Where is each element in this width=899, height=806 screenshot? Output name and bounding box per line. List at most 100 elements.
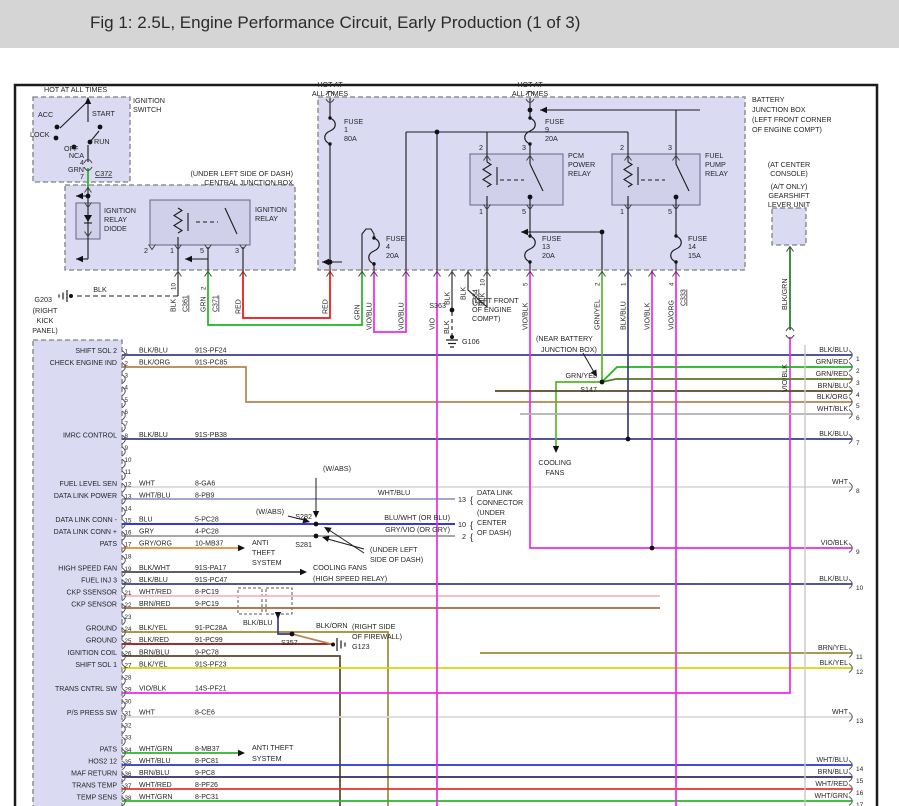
anti-theft-1a: ANTI (252, 538, 268, 547)
g203-loc-3: PANEL) (32, 326, 57, 335)
right-pin-number: 16 (856, 790, 864, 797)
fuse-1-bottom-dot (328, 142, 332, 146)
exit-wire-label: BLK (461, 286, 468, 300)
dlc-pin10: 10 (458, 520, 466, 529)
splice-s147: S147 (580, 385, 597, 394)
right-pin-wire-color: BRN/BLU (818, 769, 848, 776)
right-pin-wire-color: WHT/BLU (817, 757, 849, 764)
left-pin-wire-color: WHT/RED (139, 589, 172, 596)
exit-wire-label: GRN (355, 304, 362, 320)
left-pin-number: 11 (125, 469, 132, 476)
left-pin-wire-color: GRY/ORG (139, 541, 172, 548)
right-pin-wire-color: GRN/RED (816, 359, 848, 366)
left-pin-wire-color: BLU (139, 516, 153, 523)
sw-start: START (92, 109, 116, 118)
left-pin-label: SHIFT SOL 1 (75, 662, 117, 669)
bjb-b: JUNCTION BOX (752, 105, 806, 114)
splice-s282-dot (313, 521, 319, 527)
dlc-brace-1: { (470, 495, 473, 505)
exit-wire-number: 10 (171, 283, 178, 290)
anti-theft-2a: ANTI THEFT (252, 743, 294, 752)
gear-wire-blkgrn: BLK/GRN (780, 278, 789, 310)
cjb-pin1: 1 (170, 246, 174, 255)
left-pin-wire-color: WHT/GRN (139, 794, 172, 801)
left-pin-number: 22 (125, 602, 132, 609)
right-pin-wire-color: WHT (832, 709, 849, 716)
sw-dot-run (87, 139, 93, 145)
left-pin-label: IGNITION COIL (68, 650, 118, 657)
left-pin-circuit: 8-MB37 (195, 746, 220, 753)
near-bjb-b: JUNCTION BOX) (541, 345, 597, 354)
left-pin-label: PATS (100, 541, 118, 548)
left-pin-circuit: 9-PC78 (195, 649, 219, 656)
left-pin-circuit: 91S-PB38 (195, 432, 227, 439)
sw-run: RUN (94, 137, 110, 146)
right-pin-wire-color: GRN/RED (816, 371, 848, 378)
splice-s281-dot (313, 533, 319, 539)
left-pin-number: 37 (125, 783, 132, 790)
left-pin-label: SHIFT SOL 2 (75, 348, 117, 355)
right-pin-wire-color: VIO/BLK (821, 540, 849, 547)
exit-wire-number: 2 (595, 282, 602, 286)
left-pin-label: HOS2 12 (88, 758, 117, 765)
g203-loc-2: KICK (37, 316, 54, 325)
fuse4-b: 4 (386, 242, 390, 251)
right-pin-wire-color: BLK/ORG (817, 394, 848, 401)
fuse9-b: 9 (545, 125, 549, 134)
dlc-bluwht: BLU/WHT (OR BLU) (384, 513, 450, 522)
fuel-relay-b: PUMP (705, 160, 726, 169)
right-pin-wire-color: WHT (832, 479, 849, 486)
left-pin-number: 2 (125, 361, 129, 368)
left-pin-label: DATA LINK CONN - (55, 517, 117, 524)
exit-wire-label: BLK/BLU (621, 301, 628, 330)
fuse14-b: 14 (688, 242, 696, 251)
under-left-a: (UNDER LEFT (370, 545, 418, 554)
left-pin-number: 5 (125, 397, 129, 404)
g123-label: G123 (352, 642, 370, 651)
left-pin-circuit: 8-PF26 (195, 782, 218, 789)
fuse-1-top-dot (328, 116, 332, 120)
pcm-relay-c: RELAY (568, 169, 591, 178)
fuel-pin1: 1 (620, 207, 624, 216)
g123-loc-b: OF FIREWALL) (352, 632, 402, 641)
left-pin-wire-color: BRN/BLU (139, 770, 169, 777)
right-pin-number: 15 (856, 778, 864, 785)
wire-grn7-num: 7 (80, 172, 84, 181)
diode-label-3: DIODE (104, 224, 127, 233)
left-pin-circuit: 91S-PC85 (195, 360, 227, 367)
sw-lock: LOCK (30, 130, 50, 139)
left-pin-wire-color: BLK/ORG (139, 360, 170, 367)
splice-s281: S281 (295, 540, 312, 549)
left-pin-number: 19 (125, 566, 132, 573)
junction-530-110 (527, 107, 533, 113)
right-pin-wire-color: WHT/RED (815, 781, 848, 788)
wabs-1: (W/ABS) (323, 464, 351, 473)
right-pin-number: 3 (856, 380, 860, 387)
pcm-relay-a: PCM (568, 151, 584, 160)
g123-loc-a: (RIGHT SIDE (352, 622, 396, 631)
left-pin-number: 36 (125, 771, 132, 778)
fuel-relay-a: FUEL (705, 151, 723, 160)
left-pin-wire-color: BRN/BLU (139, 649, 169, 656)
anti-theft-1c: SYSTEM (252, 558, 282, 567)
fuse-4-bottom-dot (372, 262, 376, 266)
junction-628-439 (625, 436, 631, 442)
left-pin-number: 13 (125, 493, 132, 500)
left-pin-label: PATS (100, 746, 118, 753)
right-pin-number: 7 (856, 440, 860, 447)
exit-wire-label: VIO/BLK (523, 302, 530, 330)
gear-a: (A/T ONLY) (771, 182, 808, 191)
gear-wire-vioblk: VIO/BLK (780, 364, 789, 392)
under-left-b: SIDE OF DASH) (370, 555, 423, 564)
left-pin-circuit: 8-PC19 (195, 589, 219, 596)
g203-label: G203 (34, 295, 52, 304)
exit-connector-label: C371 (213, 295, 220, 312)
console-b: CONSOLE) (770, 169, 808, 178)
anti-theft-2b: SYSTEM (252, 754, 282, 763)
left-pin-number: 32 (125, 723, 132, 730)
left-pin-number: 21 (125, 590, 132, 597)
anti-theft-1b: THEFT (252, 548, 276, 557)
pcm-pin2: 2 (479, 143, 483, 152)
right-pin-number: 17 (856, 802, 864, 806)
left-pin-wire-color: BLK/YEL (139, 625, 168, 632)
